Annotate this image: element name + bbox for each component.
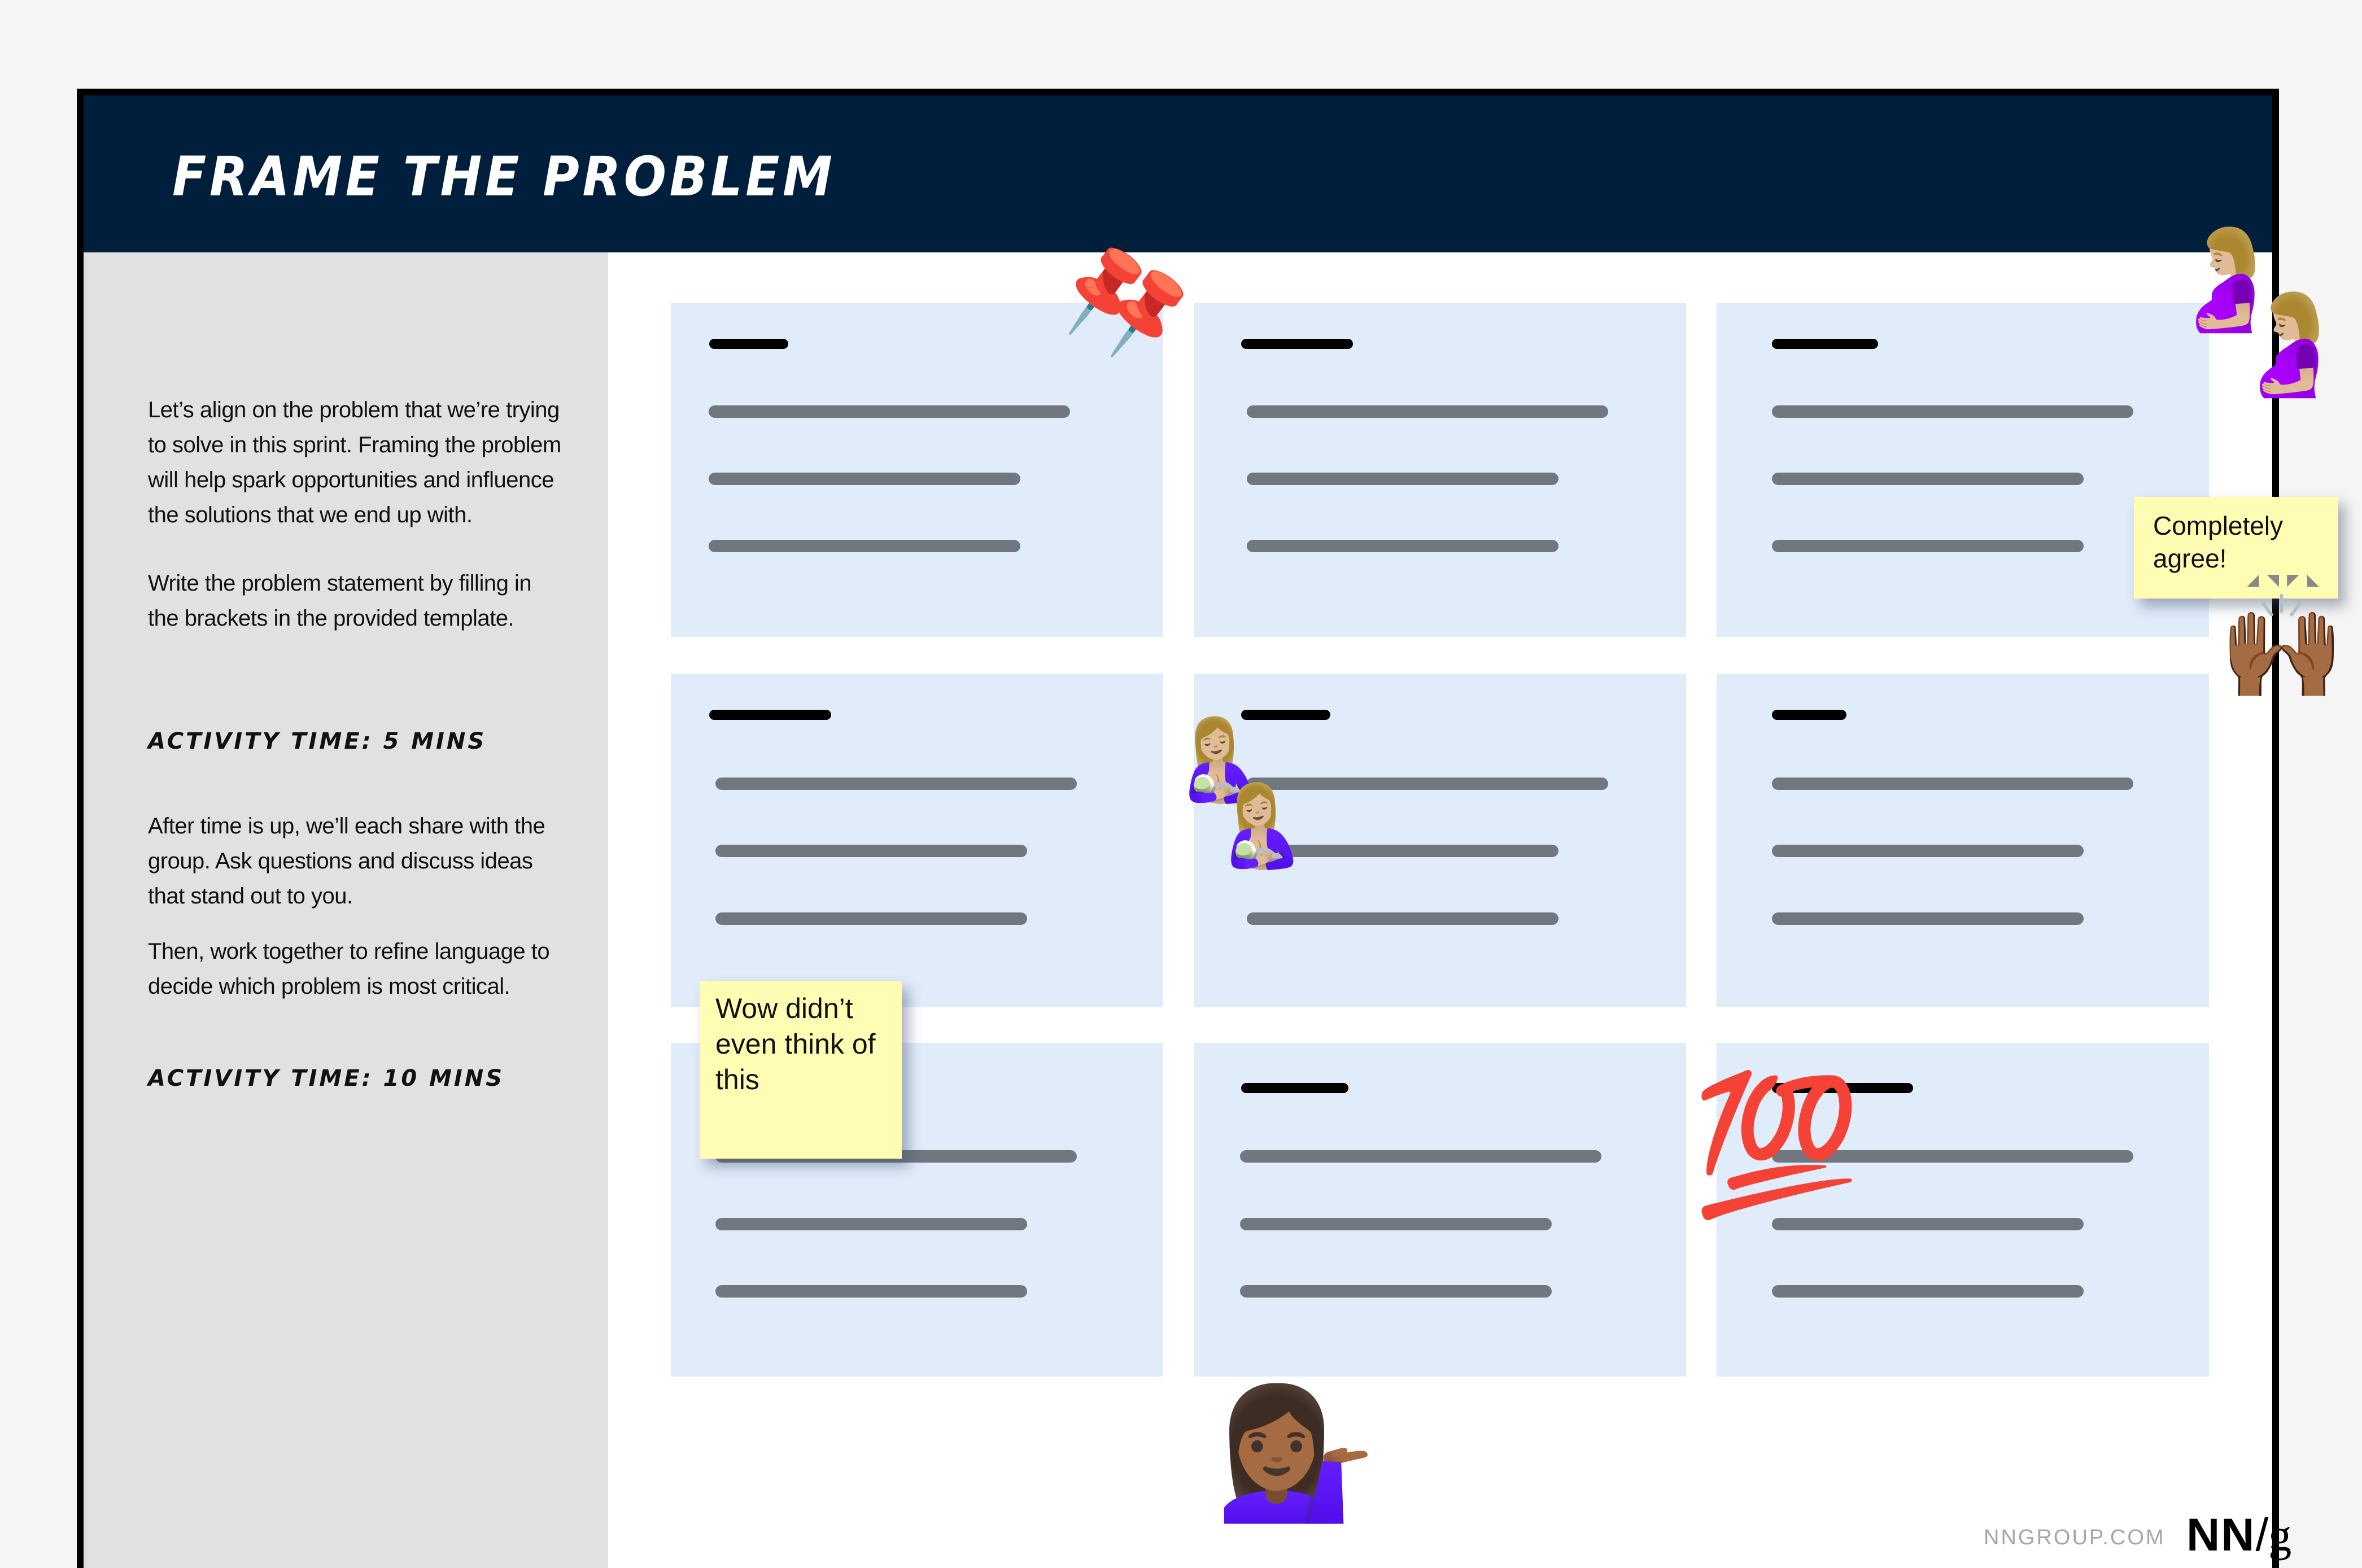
- problem-card[interactable]: [1194, 1043, 1686, 1377]
- footer-url[interactable]: NNGROUP.COM: [1984, 1526, 2165, 1550]
- card-heading-placeholder: [709, 710, 831, 720]
- card-line-placeholder: [709, 405, 1070, 418]
- hundred-points-icon[interactable]: 💯: [1692, 1077, 1861, 1212]
- instruction-paragraph: After time is up, we’ll each share with …: [148, 814, 545, 909]
- problem-card[interactable]: [671, 303, 1163, 637]
- card-line-placeholder: [715, 845, 1027, 857]
- card-line-placeholder: [709, 540, 1020, 552]
- card-line-placeholder: [1240, 1150, 1601, 1163]
- activity-time-label: Activity time: 10 mins: [148, 1065, 505, 1091]
- sticky-note-text: Wow didn’t even think of this: [715, 993, 876, 1095]
- card-line-placeholder: [1772, 1285, 2084, 1298]
- problem-card[interactable]: [671, 674, 1163, 1007]
- card-line-placeholder: [1247, 912, 1558, 925]
- card-line-placeholder: [1772, 845, 2084, 857]
- card-line-placeholder: [1772, 912, 2084, 925]
- page-title: Frame the Problem: [172, 145, 836, 208]
- card-line-placeholder: [1772, 473, 2084, 485]
- celebration-marks-icon: ◢◥◤◣: [2247, 571, 2328, 588]
- card-line-placeholder: [1240, 1218, 1552, 1230]
- card-board: Completely agree! ◢◥◤◣ Wow didn’t even t…: [608, 230, 2351, 1568]
- pregnant-woman-icon[interactable]: 🤰🏼: [2228, 295, 2351, 394]
- card-heading-placeholder: [709, 339, 788, 349]
- sticky-note[interactable]: Wow didn’t even think of this: [700, 981, 902, 1159]
- card-line-placeholder: [715, 778, 1077, 790]
- problem-card[interactable]: [1717, 674, 2209, 1007]
- card-line-placeholder: [1247, 473, 1558, 485]
- card-line-placeholder: [715, 1218, 1027, 1230]
- logo-nn: NN: [2186, 1509, 2256, 1561]
- card-line-placeholder: [715, 1285, 1027, 1298]
- header-bar: Frame the Problem: [84, 95, 2272, 252]
- card-heading-placeholder: [1241, 1083, 1348, 1093]
- card-line-placeholder: [1772, 778, 2133, 790]
- logo-slash: /: [2255, 1509, 2269, 1561]
- card-line-placeholder: [1772, 540, 2084, 552]
- sticky-note-text: Completely agree!: [2153, 511, 2284, 573]
- raising-hands-icon[interactable]: 🙌🏾: [2219, 597, 2345, 698]
- instruction-paragraph: Then, work together to refine language t…: [148, 939, 550, 999]
- activity-time-label: Activity time: 5 mins: [148, 728, 487, 754]
- card-line-placeholder: [709, 473, 1020, 485]
- pushpin-icon[interactable]: 📌: [1094, 264, 1197, 359]
- workshop-frame: Frame the Problem Let’s align on the pro…: [77, 89, 2351, 1568]
- card-heading-placeholder: [1772, 710, 1846, 720]
- sticky-note[interactable]: Completely agree! ◢◥◤◣: [2134, 497, 2338, 599]
- woman-tipping-hand-icon[interactable]: 💁🏾‍♀️: [1215, 1387, 1376, 1517]
- card-line-placeholder: [1240, 1285, 1552, 1298]
- nng-logo: NN/g: [2186, 1509, 2291, 1562]
- instruction-paragraph: Let’s align on the problem that we’re tr…: [148, 398, 561, 527]
- logo-g: g: [2268, 1509, 2292, 1561]
- card-heading-placeholder: [1772, 339, 1878, 349]
- breastfeeding-icon[interactable]: 🤱🏼: [1210, 786, 1308, 865]
- instruction-paragraph: Write the problem statement by filling i…: [148, 571, 532, 631]
- card-line-placeholder: [1772, 405, 2133, 418]
- problem-card[interactable]: [1194, 303, 1686, 637]
- card-line-placeholder: [1247, 540, 1558, 552]
- card-line-placeholder: [715, 912, 1027, 925]
- card-line-placeholder: [1247, 405, 1608, 418]
- card-heading-placeholder: [1241, 339, 1353, 349]
- instructions-sidebar: Let’s align on the problem that we’re tr…: [84, 252, 608, 1568]
